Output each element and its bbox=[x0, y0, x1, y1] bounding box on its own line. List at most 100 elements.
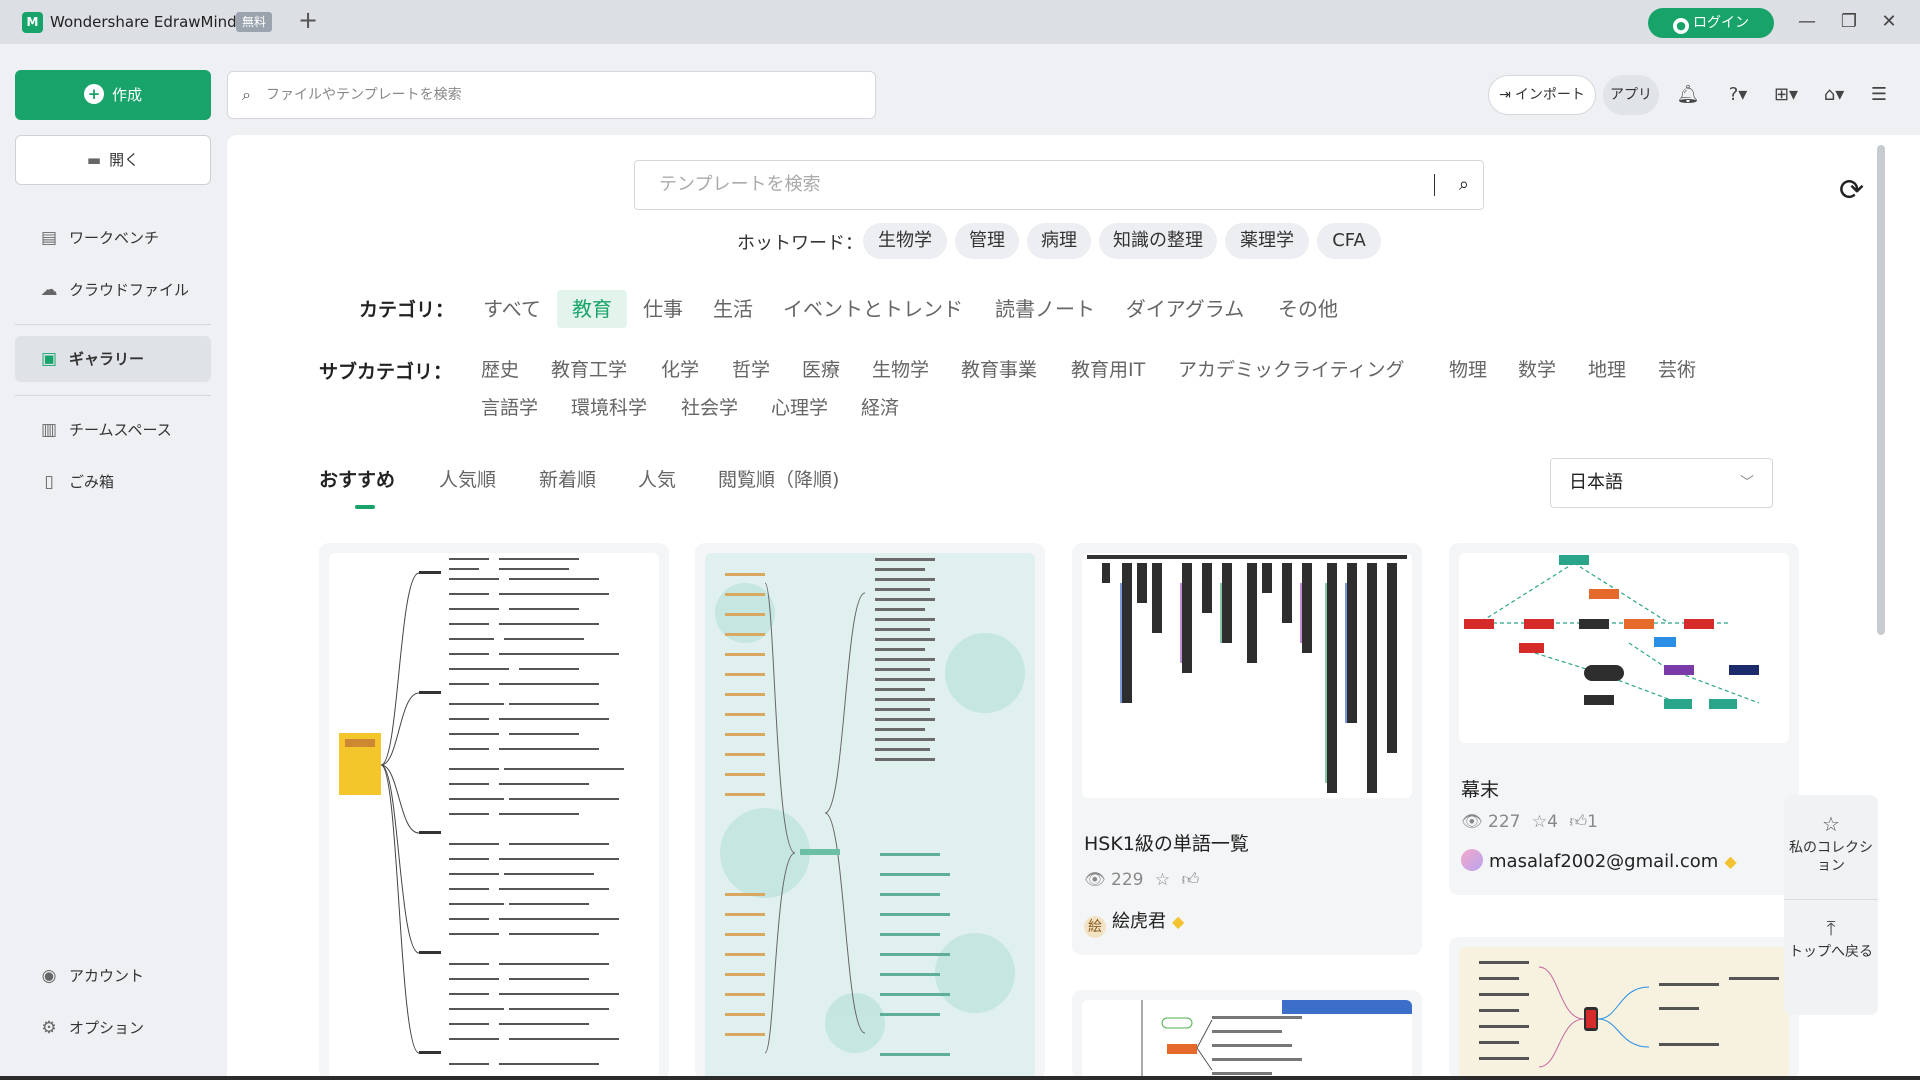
sidebar-item-label: クラウドファイル bbox=[69, 281, 190, 299]
subcategory-item[interactable]: 医療 bbox=[802, 355, 840, 385]
grid-apps-icon[interactable]: ⊞▾ bbox=[1768, 82, 1804, 108]
category-tab[interactable]: イベントとトレンド bbox=[773, 290, 973, 328]
category-tab-active[interactable]: 教育 bbox=[557, 290, 627, 328]
hot-word-chip[interactable]: 病理 bbox=[1027, 223, 1091, 259]
view-count: 229 bbox=[1111, 870, 1144, 890]
subcategory-item[interactable]: 教育用IT bbox=[1071, 355, 1145, 385]
restore-button[interactable]: ❐ bbox=[1834, 8, 1864, 36]
category-tab[interactable]: 生活 bbox=[701, 290, 765, 328]
subcategory-item[interactable]: 歴史 bbox=[481, 355, 519, 385]
hot-word-chip[interactable]: 薬理学 bbox=[1225, 223, 1309, 259]
subcategory-item[interactable]: 地理 bbox=[1588, 355, 1626, 385]
subcategory-item[interactable]: 哲学 bbox=[732, 355, 770, 385]
sort-tab[interactable]: 人気 bbox=[638, 465, 676, 495]
login-button[interactable]: ● ログイン bbox=[1648, 8, 1774, 38]
subcategory-item[interactable]: 言語学 bbox=[481, 393, 538, 423]
create-button[interactable]: + 作成 bbox=[15, 70, 211, 120]
category-tab[interactable]: 読書ノート bbox=[985, 290, 1105, 328]
star-icon[interactable]: ☆ bbox=[1532, 812, 1547, 832]
subcategory-item[interactable]: 社会学 bbox=[681, 393, 738, 423]
mindmap-thumbnail bbox=[1082, 553, 1412, 798]
gallery-panel: テンプレートを検索 ⌕ ⟳ ホットワード： 生物学 管理 病理 知識の整理 薬理… bbox=[227, 135, 1920, 1080]
my-collection-button[interactable]: ☆ 私のコレクション bbox=[1784, 814, 1878, 875]
eye-icon: 👁︎ bbox=[1084, 870, 1106, 890]
author-name: masalaf2002@gmail.com bbox=[1489, 851, 1719, 872]
menu-list-icon[interactable]: ☰ bbox=[1866, 82, 1892, 108]
template-search-input[interactable]: テンプレートを検索 ⌕ bbox=[634, 160, 1484, 210]
sidebar-item-options[interactable]: ⚙ オプション bbox=[15, 1005, 211, 1051]
sidebar-item-label: ワークベンチ bbox=[69, 229, 160, 247]
back-to-top-button[interactable]: ⤒ トップへ戻る bbox=[1784, 918, 1878, 961]
subcategory-item[interactable]: 環境科学 bbox=[571, 393, 647, 423]
subcategory-item[interactable]: 生物学 bbox=[872, 355, 929, 385]
view-count: 227 bbox=[1488, 812, 1521, 832]
open-button[interactable]: ▬ 開く bbox=[15, 135, 211, 185]
template-card[interactable] bbox=[1072, 990, 1422, 1080]
sidebar-item-team-space[interactable]: ▥ チームスペース bbox=[15, 407, 211, 453]
thumbs-up-icon[interactable]: 👍︎ bbox=[1569, 812, 1587, 832]
hot-word-chip[interactable]: 管理 bbox=[955, 223, 1019, 259]
sidebar-item-workbench[interactable]: ▤ ワークベンチ bbox=[15, 215, 211, 261]
template-card[interactable]: HSK1級の単語一覧 👁︎ 229 ☆ 👍︎ 絵絵虎君 ◆ bbox=[1072, 543, 1422, 955]
collection-label: 私のコレクション bbox=[1789, 840, 1873, 874]
new-tab-button[interactable]: + bbox=[298, 6, 318, 34]
card-title[interactable]: HSK1級の単語一覧 bbox=[1084, 829, 1249, 856]
sidebar-item-gallery[interactable]: ▣ ギャラリー bbox=[15, 336, 211, 382]
card-author[interactable]: masalaf2002@gmail.com ◆ bbox=[1461, 849, 1737, 872]
help-icon[interactable]: ?▾ bbox=[1720, 82, 1756, 108]
star-icon[interactable]: ☆ bbox=[1155, 870, 1170, 890]
subcategory-item[interactable]: 物理 bbox=[1449, 355, 1487, 385]
refresh-icon[interactable]: ⟳ bbox=[1839, 173, 1864, 208]
author-name: 絵虎君 bbox=[1112, 911, 1166, 932]
language-select[interactable]: 日本語 ﹀ bbox=[1550, 458, 1773, 508]
bell-icon[interactable]: 🔔︎ bbox=[1676, 82, 1700, 108]
template-search-placeholder: テンプレートを検索 bbox=[659, 174, 821, 195]
subcategory-item[interactable]: 経済 bbox=[861, 393, 899, 423]
vip-gem-icon: ◆ bbox=[1724, 852, 1737, 871]
sidebar-item-account[interactable]: ◉ アカウント bbox=[15, 953, 211, 999]
sidebar-item-trash[interactable]: ▯ ごみ箱 bbox=[15, 459, 211, 505]
plus-icon: + bbox=[83, 84, 104, 104]
subcategory-item[interactable]: 心理学 bbox=[771, 393, 828, 423]
shirt-theme-icon[interactable]: ⌂▾ bbox=[1816, 82, 1852, 108]
category-tab[interactable]: ダイアグラム bbox=[1115, 290, 1255, 328]
category-tab[interactable]: 仕事 bbox=[631, 290, 695, 328]
category-tab[interactable]: その他 bbox=[1263, 290, 1353, 328]
template-card[interactable] bbox=[1449, 937, 1799, 1080]
close-button[interactable]: ✕ bbox=[1874, 8, 1904, 36]
thumbs-up-icon[interactable]: 👍︎ bbox=[1182, 870, 1200, 890]
import-button[interactable]: ⇥ インポート bbox=[1488, 75, 1596, 115]
subcategory-item[interactable]: 教育事業 bbox=[961, 355, 1037, 385]
sort-tab[interactable]: 閲覧順（降順) bbox=[718, 465, 839, 495]
subcategory-item[interactable]: アカデミックライティング bbox=[1178, 355, 1404, 385]
minimize-button[interactable]: — bbox=[1792, 8, 1822, 36]
login-label: ログイン bbox=[1693, 15, 1749, 31]
mindmap-thumbnail bbox=[1459, 947, 1789, 1080]
template-card[interactable] bbox=[695, 543, 1045, 1080]
subcategory-item[interactable]: 教育工学 bbox=[551, 355, 627, 385]
search-icon[interactable]: ⌕ bbox=[1459, 161, 1469, 209]
window-bottom-edge bbox=[0, 1076, 1920, 1080]
to-top-label: トップへ戻る bbox=[1789, 944, 1873, 960]
subcategory-item[interactable]: 数学 bbox=[1518, 355, 1556, 385]
card-title[interactable]: 幕末 bbox=[1461, 775, 1499, 802]
apps-button[interactable]: アプリ bbox=[1603, 75, 1659, 115]
template-card[interactable]: 幕末 👁︎ 227 ☆4 👍︎1 masalaf2002@gmail.com ◆ bbox=[1449, 543, 1799, 895]
sort-tab[interactable]: 人気順 bbox=[439, 465, 496, 495]
subcategory-item[interactable]: 芸術 bbox=[1658, 355, 1696, 385]
sort-tab[interactable]: 新着順 bbox=[539, 465, 596, 495]
scrollbar[interactable] bbox=[1877, 145, 1885, 635]
file-search-input[interactable]: ⌕ ファイルやテンプレートを検索 bbox=[227, 71, 876, 119]
card-author[interactable]: 絵絵虎君 ◆ bbox=[1084, 907, 1184, 938]
sidebar-item-cloud[interactable]: ☁ クラウドファイル bbox=[15, 267, 211, 313]
subcategory-item[interactable]: 化学 bbox=[661, 355, 699, 385]
sidebar-divider bbox=[15, 395, 211, 396]
hot-word-chip[interactable]: 知識の整理 bbox=[1099, 223, 1217, 259]
hot-word-chip[interactable]: 生物学 bbox=[863, 223, 947, 259]
hot-word-chip[interactable]: CFA bbox=[1317, 223, 1381, 259]
sort-tab-recommended[interactable]: おすすめ bbox=[319, 465, 395, 495]
category-tab[interactable]: すべて bbox=[477, 290, 547, 328]
template-card[interactable] bbox=[319, 543, 669, 1080]
sidebar-item-label: ギャラリー bbox=[69, 350, 145, 368]
hot-words-label: ホットワード： bbox=[737, 233, 863, 254]
